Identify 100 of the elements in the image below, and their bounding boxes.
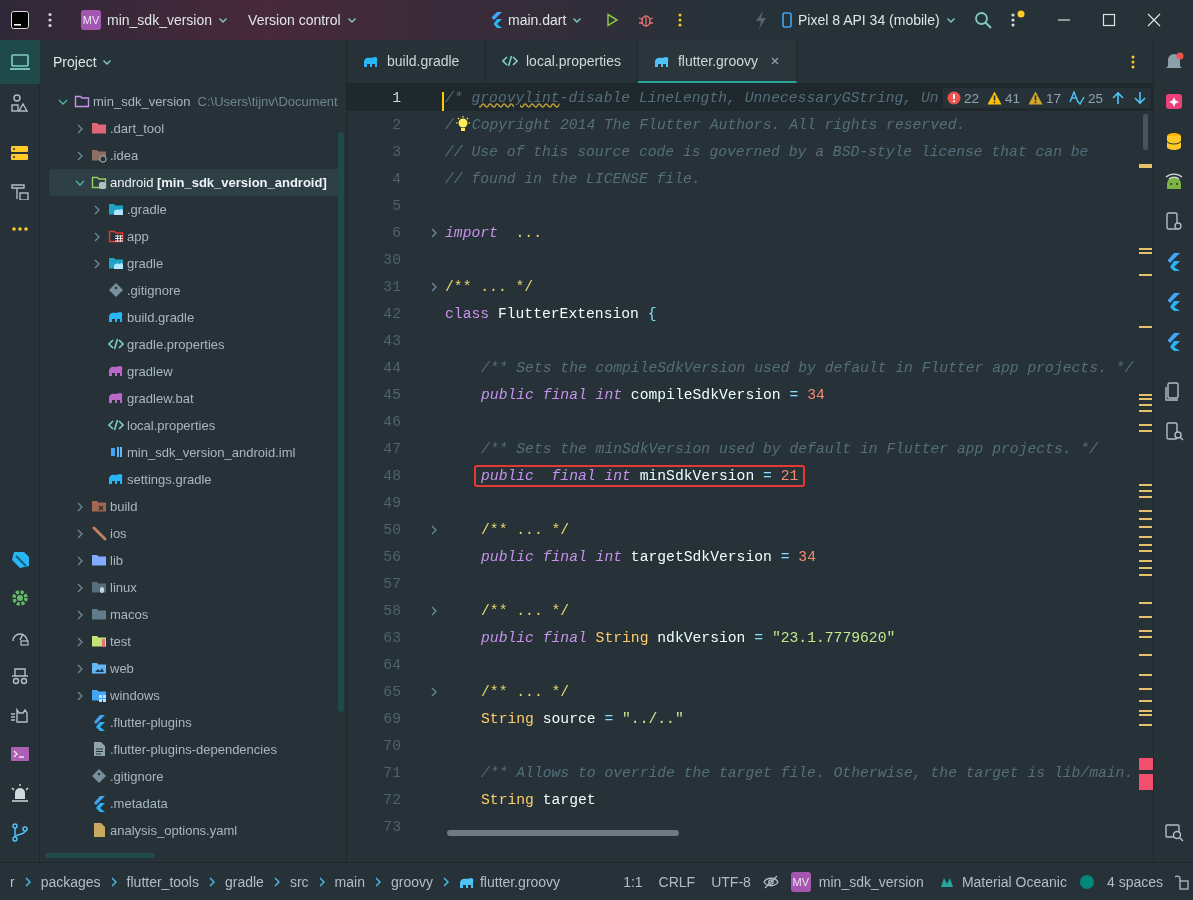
status-circle-icon[interactable]	[1078, 873, 1095, 890]
fold-icon[interactable]	[429, 523, 439, 536]
search-icon[interactable]	[973, 11, 992, 29]
structure-icon[interactable]	[9, 94, 30, 112]
flutter-logo-icon	[91, 795, 107, 812]
lock-icon[interactable]	[1175, 873, 1189, 890]
version-control-menu[interactable]: Version control	[244, 6, 361, 34]
fold-icon[interactable]	[429, 226, 439, 239]
folder-icon	[91, 606, 107, 623]
breadcrumb[interactable]: r	[10, 873, 15, 890]
folder-icon	[91, 579, 107, 596]
close-icon[interactable]	[1146, 13, 1161, 27]
arrow-down-icon[interactable]	[1133, 91, 1147, 105]
tree-item[interactable]: .flutter-plugins-dependencies	[49, 736, 342, 763]
tree-item[interactable]: .gitignore	[49, 277, 342, 304]
editor-tab[interactable]: build.gradle	[347, 40, 486, 83]
tree-item[interactable]: gradle	[49, 250, 342, 277]
folder-icon	[108, 201, 124, 218]
project-switcher[interactable]: MV min_sdk_version	[790, 871, 924, 892]
cat-icon[interactable]	[9, 706, 30, 725]
code-text: class FlutterExtension {	[445, 305, 657, 322]
terminal-icon[interactable]	[9, 745, 30, 764]
arrow-up-icon[interactable]	[1111, 91, 1125, 105]
chevron-right-icon	[75, 527, 85, 540]
scrollbar-thumb[interactable]	[447, 830, 679, 836]
device-icon[interactable]	[1163, 212, 1184, 232]
tree-item[interactable]: build	[49, 493, 342, 520]
tree-item[interactable]: .dart_tool	[49, 115, 342, 142]
tree-item[interactable]: lib	[49, 547, 342, 574]
line-separator[interactable]: CRLF	[658, 873, 696, 890]
file-encoding[interactable]: UTF-8	[711, 873, 751, 890]
project-tool-button[interactable]	[0, 40, 40, 84]
tree-item[interactable]: .idea	[49, 142, 342, 169]
device-search-icon[interactable]	[1163, 422, 1184, 442]
tree-item[interactable]: local.properties	[49, 412, 342, 439]
project-view-menu[interactable]: Project	[40, 40, 112, 84]
tree-item[interactable]: ios	[49, 520, 342, 547]
code-text: String source = "../.."	[481, 710, 684, 727]
sparkle-icon[interactable]	[1163, 92, 1184, 112]
spellcheck-icon	[1068, 91, 1085, 105]
tree-item[interactable]: linux	[49, 574, 342, 601]
tree-item[interactable]: app	[49, 223, 342, 250]
tree-item[interactable]: macos	[49, 601, 342, 628]
tree-item[interactable]: .gradle	[49, 196, 342, 223]
breadcrumb[interactable]: packages	[40, 873, 101, 890]
warnings-count[interactable]: 41	[986, 90, 1020, 106]
breadcrumb[interactable]: groovy	[390, 873, 433, 890]
tree-item[interactable]: settings.gradle	[49, 466, 342, 493]
tree-item[interactable]: min_sdk_version C:\Users\tijnv\Document	[49, 88, 342, 115]
tree-item[interactable]: .gitignore	[49, 763, 342, 790]
tree-item[interactable]: analysis_options.yaml	[49, 817, 342, 844]
run-icon[interactable]	[604, 12, 621, 28]
fold-icon[interactable]	[429, 604, 439, 617]
tree-item[interactable]: min_sdk_version_android.iml	[49, 439, 342, 466]
tree-item[interactable]: web	[49, 655, 342, 682]
errors-count[interactable]: 22	[946, 90, 979, 106]
editor-tab[interactable]: flutter.groovy	[637, 40, 798, 83]
theme-switcher[interactable]: Material Oceanic	[939, 873, 1067, 890]
tree-item[interactable]: gradlew	[49, 358, 342, 385]
breadcrumb[interactable]: main	[334, 873, 365, 890]
breadcrumb[interactable]: flutter.groovy	[458, 873, 561, 890]
tree-item[interactable]: gradle.properties	[49, 331, 342, 358]
scrollbar-thumb[interactable]	[338, 132, 344, 712]
branch-icon[interactable]	[9, 823, 30, 842]
caret-icon	[945, 15, 956, 25]
spy-icon[interactable]	[9, 667, 30, 686]
breadcrumb[interactable]: gradle	[225, 873, 264, 890]
scrollbar-thumb[interactable]	[45, 853, 155, 858]
hammer-icon[interactable]	[9, 182, 30, 200]
tree-item[interactable]: gradlew.bat	[49, 385, 342, 412]
indent-setting[interactable]: 4 spaces	[1106, 873, 1163, 890]
lightbulb-icon[interactable]	[454, 115, 471, 134]
device-selector[interactable]: Pixel 8 API 34 (mobile)	[778, 6, 960, 34]
tree-item[interactable]: .metadata	[49, 790, 342, 817]
gear-icon[interactable]	[9, 589, 30, 608]
tree-item[interactable]: build.gradle	[49, 304, 342, 331]
editor-tab[interactable]: local.properties	[486, 40, 638, 83]
tree-item[interactable]: .flutter-plugins	[49, 709, 342, 736]
bug-icon[interactable]	[638, 12, 655, 28]
weak-warnings-count[interactable]: 17	[1027, 90, 1061, 106]
fold-icon[interactable]	[429, 280, 439, 293]
breadcrumb[interactable]: flutter_tools	[126, 873, 199, 890]
folder-icon	[91, 552, 107, 569]
eye-off-icon[interactable]	[762, 873, 779, 890]
tree-item[interactable]: test	[49, 628, 342, 655]
cursor-position[interactable]: 1:1	[623, 873, 643, 890]
breadcrumb[interactable]: src	[289, 873, 309, 890]
fold-icon[interactable]	[429, 685, 439, 698]
search-panel-icon[interactable]	[1163, 822, 1184, 842]
alarm-icon[interactable]	[9, 784, 30, 803]
bookmarks-icon[interactable]	[9, 144, 30, 162]
project-selector[interactable]: MV min_sdk_version	[77, 6, 233, 34]
folder-icon	[91, 498, 107, 515]
run-configuration[interactable]: main.dart	[486, 6, 587, 34]
dart-icon[interactable]	[9, 550, 30, 569]
android-icon[interactable]	[1163, 172, 1184, 192]
typos-count[interactable]: 25	[1068, 90, 1103, 106]
maximize-icon[interactable]	[1101, 13, 1116, 27]
tree-item[interactable]: windows	[49, 682, 342, 709]
close-icon[interactable]	[770, 55, 781, 66]
